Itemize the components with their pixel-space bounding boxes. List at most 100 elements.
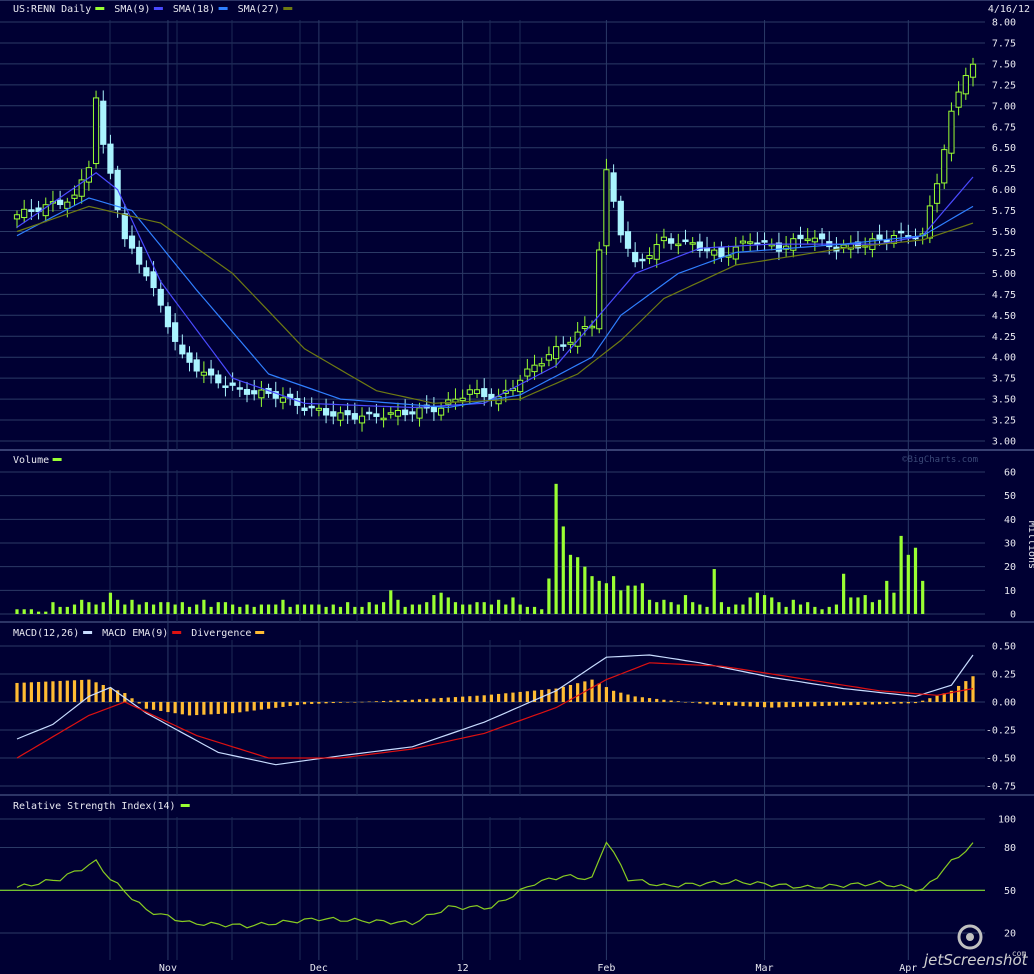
price-tick-label: 5.75 bbox=[992, 206, 1016, 217]
volume-bar bbox=[633, 585, 637, 614]
volume-bar bbox=[540, 609, 544, 614]
candle-body bbox=[236, 387, 243, 390]
volume-bar bbox=[791, 599, 795, 614]
divergence-bar bbox=[518, 691, 522, 702]
divergence-bar bbox=[496, 693, 501, 702]
divergence-bar bbox=[798, 702, 803, 707]
divergence-bar bbox=[446, 697, 450, 702]
volume-bar bbox=[777, 602, 781, 614]
candle-body bbox=[761, 240, 768, 243]
volume-bar bbox=[561, 526, 565, 614]
candle-body bbox=[538, 363, 545, 367]
candle-body bbox=[545, 354, 553, 361]
divergence-bar bbox=[288, 702, 292, 707]
divergence-bar bbox=[475, 695, 479, 702]
price-tick-label: 7.00 bbox=[992, 101, 1016, 112]
candle-body bbox=[394, 410, 402, 417]
divergence-bar bbox=[266, 702, 271, 709]
candle-body bbox=[351, 413, 358, 420]
volume-bar bbox=[525, 606, 529, 614]
divergence-bar bbox=[525, 691, 529, 702]
price-tick-label: 7.25 bbox=[992, 80, 1016, 91]
divergence-bar bbox=[834, 702, 839, 706]
volume-bar bbox=[453, 602, 458, 614]
divergence-bar bbox=[137, 702, 141, 704]
volume-bar bbox=[396, 599, 400, 614]
candle-body bbox=[150, 271, 157, 289]
volume-bar bbox=[216, 602, 220, 614]
divergence-bar bbox=[647, 698, 652, 702]
divergence-bar bbox=[892, 702, 896, 704]
volume-bar bbox=[151, 604, 156, 614]
volume-bar bbox=[108, 592, 113, 614]
volume-bar bbox=[29, 609, 33, 614]
volume-bar bbox=[94, 604, 98, 614]
divergence-bar bbox=[231, 702, 235, 714]
divergence-bar bbox=[633, 696, 637, 702]
volume-bar bbox=[748, 597, 752, 614]
candle-body bbox=[164, 306, 172, 328]
candle-body bbox=[322, 408, 330, 416]
divergence-bar bbox=[662, 699, 666, 702]
legend-label: SMA(9) bbox=[114, 4, 150, 15]
candle-body bbox=[459, 397, 466, 402]
divergence-bar bbox=[777, 702, 781, 708]
volume-bar bbox=[173, 604, 177, 614]
volume-bar bbox=[698, 604, 702, 614]
divergence-bar bbox=[331, 702, 335, 704]
candle-body bbox=[172, 322, 179, 342]
volume-bar bbox=[180, 602, 184, 614]
divergence-bar bbox=[36, 681, 41, 702]
volume-bar bbox=[504, 604, 508, 614]
volume-bar bbox=[403, 606, 407, 614]
legend-label: MACD EMA(9) bbox=[102, 628, 168, 639]
divergence-bar bbox=[590, 679, 594, 702]
x-tick-label: Apr bbox=[899, 963, 917, 974]
volume-bar bbox=[331, 604, 335, 614]
volume-bar bbox=[266, 604, 271, 614]
candle-body bbox=[358, 415, 366, 424]
volume-bar bbox=[417, 604, 422, 614]
divergence-bar bbox=[489, 694, 494, 702]
volume-bar bbox=[921, 580, 925, 614]
candle-body bbox=[466, 389, 473, 395]
volume-bar bbox=[626, 585, 630, 614]
candle-body bbox=[430, 407, 438, 413]
divergence-bar bbox=[791, 702, 795, 707]
legend-label: Volume bbox=[13, 455, 49, 466]
volume-bar bbox=[727, 606, 731, 614]
volume-bar bbox=[899, 535, 903, 614]
volume-bar bbox=[870, 602, 874, 614]
price-tick-label: 3.00 bbox=[992, 437, 1016, 448]
candle-body bbox=[279, 397, 287, 403]
volume-bar bbox=[245, 604, 249, 614]
volume-bar bbox=[834, 604, 839, 614]
divergence-bar bbox=[468, 696, 472, 702]
candle-body bbox=[315, 407, 322, 411]
volume-bar bbox=[58, 606, 62, 614]
volume-tick-label: 60 bbox=[1004, 468, 1016, 479]
candle-body bbox=[409, 411, 416, 415]
candle-body bbox=[847, 243, 854, 250]
candle-body bbox=[301, 407, 308, 411]
candle-body bbox=[941, 149, 948, 184]
divergence-bar bbox=[877, 702, 882, 705]
volume-bar bbox=[223, 602, 228, 614]
divergence-bar bbox=[806, 702, 810, 707]
candle-body bbox=[531, 364, 538, 373]
divergence-bar bbox=[561, 686, 565, 702]
candle-body bbox=[402, 409, 409, 416]
divergence-bar bbox=[396, 700, 400, 702]
candle-body bbox=[71, 194, 78, 199]
divergence-bar bbox=[597, 683, 601, 702]
volume-bar bbox=[116, 599, 120, 614]
grid-layer bbox=[0, 0, 1034, 960]
candle-body bbox=[366, 411, 373, 415]
divergence-bar bbox=[640, 697, 644, 702]
divergence-bar bbox=[669, 700, 673, 702]
divergence-bar bbox=[425, 698, 429, 702]
candle-body bbox=[840, 244, 847, 249]
watermark-text: ©BigCharts.com bbox=[902, 455, 978, 465]
divergence-bar bbox=[151, 702, 156, 710]
candle-body bbox=[57, 199, 64, 206]
